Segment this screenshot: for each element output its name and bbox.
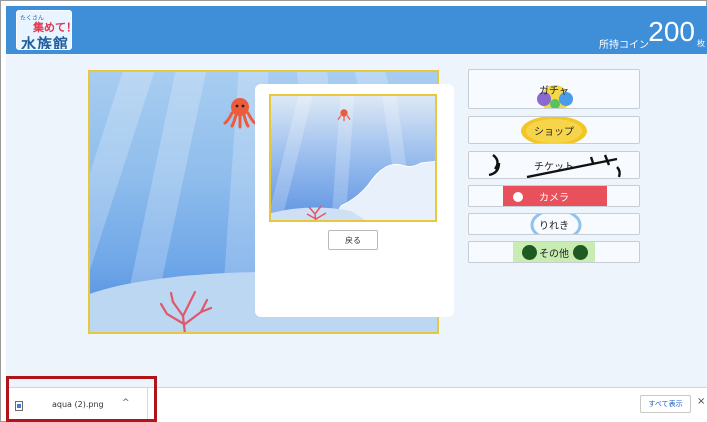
- app-header: たくさん 集めて！ 水族館 所持コイン 200 枚: [6, 6, 707, 54]
- coins-value: 200: [648, 16, 695, 47]
- rock-icon: [271, 160, 435, 220]
- other-label: その他: [539, 248, 569, 260]
- dot-icon: [573, 245, 588, 260]
- gacha-button[interactable]: ガチャ: [468, 69, 640, 109]
- shop-button[interactable]: ショップ: [468, 116, 640, 144]
- octopus-icon[interactable]: [223, 95, 257, 129]
- gacha-label: ガチャ: [539, 85, 569, 97]
- logo-main-text: 水族館: [21, 35, 70, 50]
- shop-label: ショップ: [534, 126, 574, 138]
- close-icon[interactable]: ×: [697, 396, 705, 407]
- coins-unit: 枚: [697, 39, 705, 48]
- back-button[interactable]: 戻る: [328, 230, 378, 250]
- ticket-label: チケット: [534, 161, 574, 173]
- coral-icon: [306, 205, 327, 220]
- other-button[interactable]: その他: [468, 241, 640, 263]
- app-logo[interactable]: たくさん 集めて！ 水族館: [16, 10, 72, 50]
- main-area: 戻る ガチャ ショップ チケット カメラ りれき その他: [6, 54, 707, 387]
- aquarium-preview-image: [269, 94, 437, 222]
- highlight-box: [6, 376, 157, 422]
- camera-lens-icon: [513, 192, 523, 202]
- show-all-button[interactable]: すべて表示: [640, 395, 691, 413]
- history-label: りれき: [539, 220, 569, 232]
- coral-icon: [159, 290, 213, 332]
- ticket-button[interactable]: チケット: [468, 151, 640, 179]
- preview-modal: 戻る: [255, 84, 454, 317]
- coins-label: 所持コイン: [599, 40, 649, 51]
- octopus-icon: [337, 109, 351, 122]
- dot-icon: [522, 245, 537, 260]
- camera-label: カメラ: [539, 192, 569, 204]
- history-button[interactable]: りれき: [468, 213, 640, 235]
- camera-button[interactable]: カメラ: [468, 185, 640, 207]
